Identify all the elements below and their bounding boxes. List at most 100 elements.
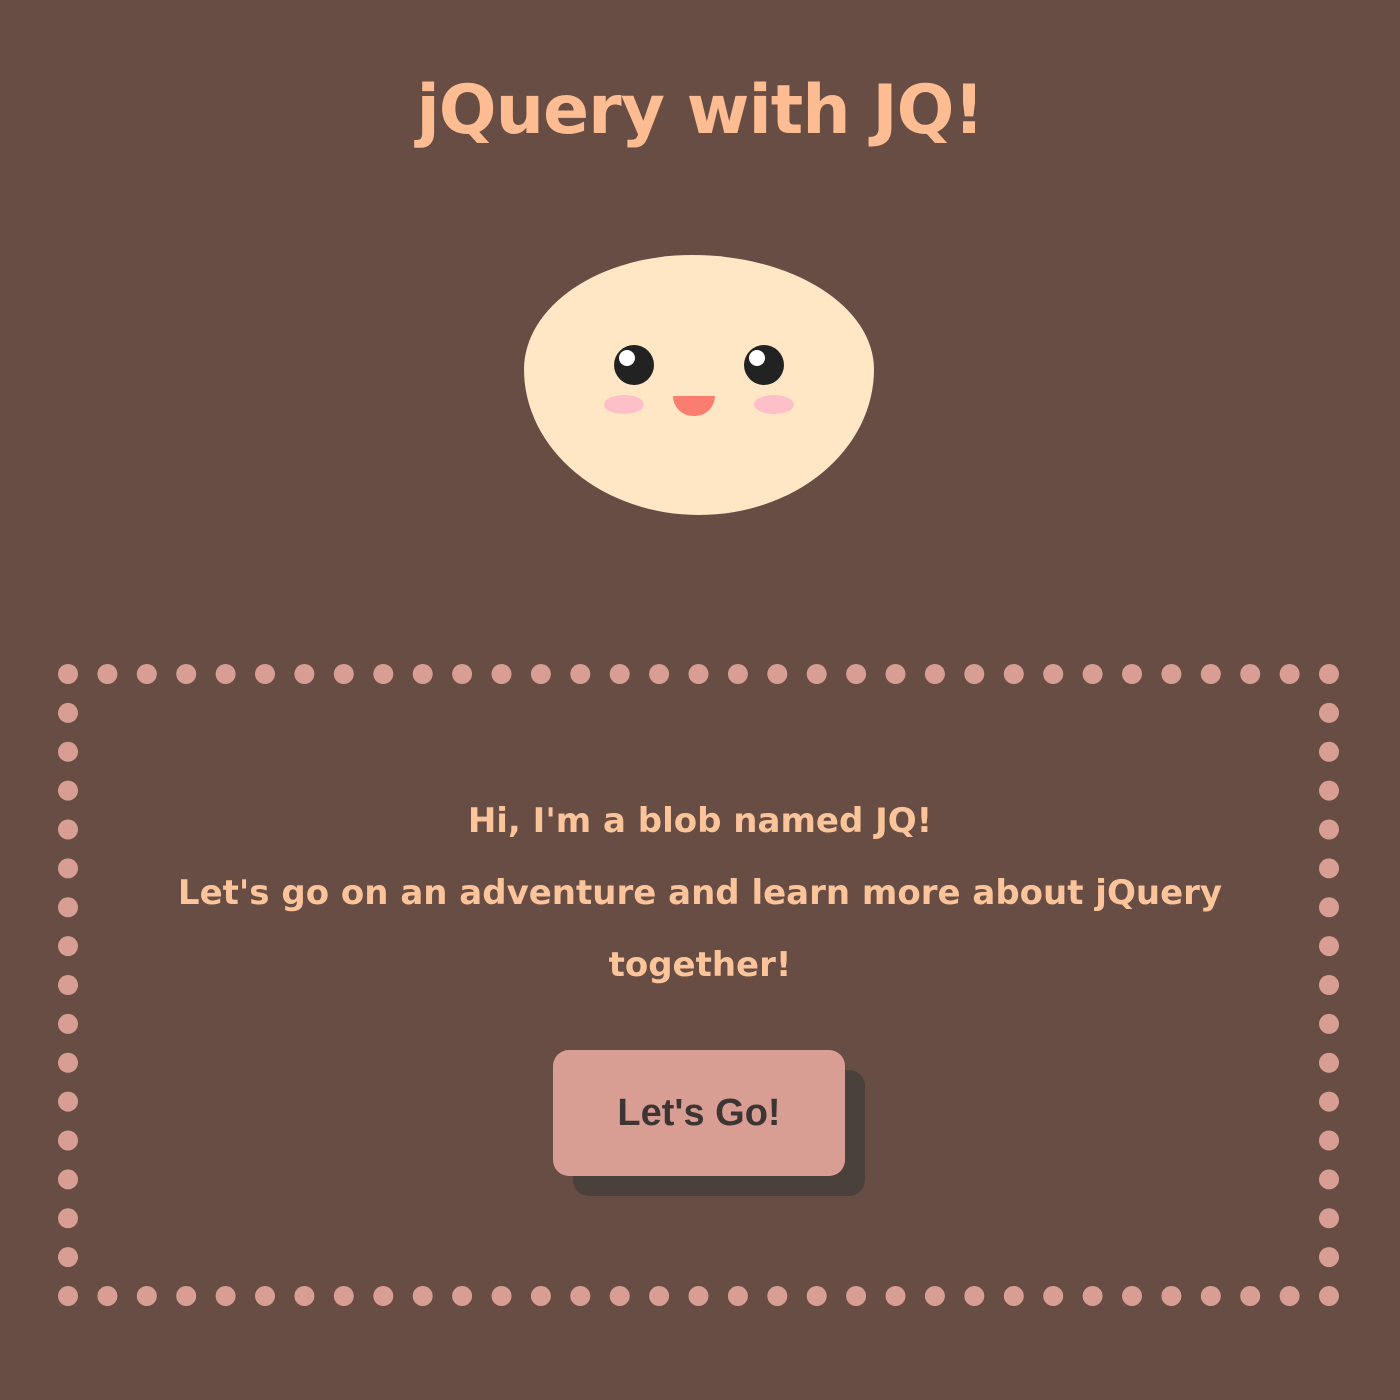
left-eye xyxy=(614,345,654,385)
frame-dot xyxy=(58,1208,78,1229)
frame-dot xyxy=(97,1286,118,1306)
frame-dot xyxy=(58,741,78,762)
greeting-text: Hi, I'm a blob named JQ! xyxy=(467,801,933,841)
lets-go-button[interactable]: Let's Go! xyxy=(553,1050,845,1176)
frame-dot xyxy=(1319,1247,1339,1268)
frame-dot xyxy=(58,1169,78,1190)
frame-dot xyxy=(1319,936,1339,957)
frame-dot xyxy=(1279,664,1300,684)
frame-dot xyxy=(58,819,78,840)
frame-dot xyxy=(1082,1286,1103,1306)
frame-dot xyxy=(1319,1169,1339,1190)
frame-dot xyxy=(58,780,78,801)
frame-dot xyxy=(1003,664,1024,684)
frame-dot xyxy=(727,664,748,684)
mouth xyxy=(673,396,715,416)
frame-dot xyxy=(964,664,985,684)
frame-dot xyxy=(1319,1208,1339,1229)
frame-dot xyxy=(1319,975,1339,995)
frame-dot xyxy=(1319,1052,1339,1073)
frame-dot xyxy=(1200,1286,1221,1306)
frame-dot xyxy=(1319,780,1339,801)
intro-text: Hi, I'm a blob named JQ! Let's go on an … xyxy=(160,785,1240,1001)
frame-dot xyxy=(530,1286,551,1306)
frame-dot xyxy=(97,664,118,684)
frame-dot xyxy=(58,1247,78,1268)
frame-dot xyxy=(649,1286,670,1306)
left-eye-shine xyxy=(619,350,635,366)
invitation-text: Let's go on an adventure and learn more … xyxy=(177,873,1223,985)
frame-dot xyxy=(688,664,709,684)
frame-dot xyxy=(58,936,78,957)
frame-dot xyxy=(649,664,670,684)
frame-dot xyxy=(58,858,78,879)
right-cheek xyxy=(754,395,794,414)
right-eye xyxy=(744,345,784,385)
frame-dot xyxy=(491,664,512,684)
frame-dot xyxy=(530,664,551,684)
frame-dot xyxy=(373,1286,394,1306)
blob-mascot xyxy=(524,255,874,515)
frame-dot xyxy=(1240,1286,1261,1306)
page: { "page": { "title": "jQuery with JQ!" }… xyxy=(0,0,1400,1400)
frame-dot xyxy=(924,664,945,684)
frame-dot xyxy=(1319,858,1339,879)
frame-dot xyxy=(1200,664,1221,684)
frame-dot xyxy=(58,1286,78,1306)
frame-dot xyxy=(806,1286,827,1306)
frame-dot xyxy=(58,1052,78,1073)
frame-dot xyxy=(1082,664,1103,684)
frame-dot xyxy=(294,664,315,684)
frame-dot xyxy=(1122,664,1142,684)
frame-dot xyxy=(964,1286,985,1306)
frame-dot xyxy=(885,1286,906,1306)
frame-dot xyxy=(1319,1286,1339,1306)
frame-dot xyxy=(333,1286,354,1306)
frame-dot xyxy=(570,1286,591,1306)
frame-dot xyxy=(58,702,78,723)
frame-dot xyxy=(1043,664,1064,684)
frame-dot xyxy=(373,664,394,684)
frame-dot xyxy=(1319,897,1339,918)
frame-dot xyxy=(58,1091,78,1112)
frame-dot xyxy=(885,664,906,684)
frame-dot xyxy=(1279,1286,1300,1306)
frame-dot xyxy=(333,664,354,684)
frame-dot xyxy=(58,664,78,684)
frame-dot xyxy=(255,1286,275,1306)
frame-dot xyxy=(58,897,78,918)
frame-dot xyxy=(767,1286,788,1306)
frame-dot xyxy=(412,664,433,684)
frame-dot xyxy=(58,975,78,995)
frame-dot xyxy=(294,1286,315,1306)
frame-dot xyxy=(1161,664,1182,684)
frame-dot xyxy=(846,664,867,684)
frame-dot xyxy=(452,1286,473,1306)
frame-dot xyxy=(215,664,236,684)
frame-dot xyxy=(1240,664,1261,684)
frame-dot xyxy=(688,1286,709,1306)
frame-dot xyxy=(1319,1130,1339,1151)
frame-dot xyxy=(846,1286,867,1306)
frame-dot xyxy=(1319,1091,1339,1112)
frame-dot xyxy=(1161,1286,1182,1306)
frame-dot xyxy=(727,1286,748,1306)
left-cheek xyxy=(604,395,644,414)
frame-dot xyxy=(609,1286,630,1306)
frame-dot xyxy=(58,1013,78,1034)
frame-dot xyxy=(1043,1286,1064,1306)
frame-dot xyxy=(176,1286,197,1306)
frame-dot xyxy=(136,1286,157,1306)
frame-dot xyxy=(176,664,197,684)
frame-dot xyxy=(452,664,473,684)
page-title: jQuery with JQ! xyxy=(416,71,984,150)
frame-dot xyxy=(1122,1286,1142,1306)
right-eye-shine xyxy=(749,350,765,366)
frame-dot xyxy=(609,664,630,684)
frame-dot xyxy=(1319,702,1339,723)
frame-dot xyxy=(215,1286,236,1306)
frame-dot xyxy=(491,1286,512,1306)
frame-dot xyxy=(1319,1013,1339,1034)
frame-dot xyxy=(255,664,275,684)
frame-dot xyxy=(1319,664,1339,684)
